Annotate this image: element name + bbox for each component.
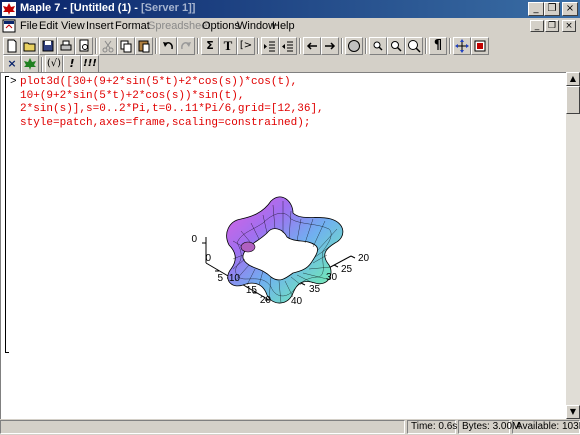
- menu-edit[interactable]: Edit: [39, 20, 58, 32]
- status-time: Time: 0.6s: [407, 420, 457, 434]
- window-title-server: [Server 1]]: [141, 2, 196, 14]
- maple-leaf-icon: [2, 2, 16, 16]
- menu-format[interactable]: Format: [115, 20, 150, 32]
- menu-bar: File Edit View Insert Format Spreadsheet…: [0, 18, 580, 35]
- menu-window[interactable]: Window: [237, 20, 276, 32]
- status-bar: Time: 0.6s Bytes: 3.00M Available: 103M: [0, 419, 580, 435]
- context-toolbar: × (√) ! !!!: [0, 52, 580, 74]
- menu-file[interactable]: File: [20, 20, 38, 32]
- menu-help[interactable]: Help: [272, 20, 295, 32]
- window-title: Maple 7 - [Untitled (1) - [Server 1]]: [20, 2, 195, 14]
- window-title-main: Maple 7 - [Untitled (1) -: [20, 2, 141, 14]
- execute-button[interactable]: !: [63, 55, 81, 73]
- stop-execution-button[interactable]: ×: [3, 55, 21, 73]
- y-tick-label: 20: [358, 253, 370, 264]
- plot3d-output[interactable]: 0 0 5 10 15 20 20 25 30 35 40: [1, 73, 565, 418]
- scroll-up-button[interactable]: ▲: [566, 72, 580, 86]
- status-bytes: Bytes: 3.00M: [458, 420, 520, 434]
- y-tick-label: 40: [291, 296, 303, 307]
- z-tick-label: 0: [191, 234, 197, 245]
- toolbar-separator: [41, 57, 43, 73]
- status-message-panel: [0, 420, 405, 434]
- scroll-thumb[interactable]: [566, 86, 580, 114]
- doc-restore-button[interactable]: ❐: [545, 20, 559, 32]
- x-tick-label: 20: [260, 295, 272, 306]
- maple-leaf-button[interactable]: [21, 55, 39, 73]
- maximize-button[interactable]: ❐: [544, 2, 560, 16]
- y-tick-label: 35: [309, 284, 321, 295]
- worksheet-area[interactable]: > plot3d([30+(9+2*sin(5*t)+2*cos(s))*cos…: [0, 72, 566, 419]
- vertical-scrollbar[interactable]: ▲ ▼: [566, 72, 580, 419]
- close-button[interactable]: ×: [562, 2, 578, 16]
- doc-minimize-button[interactable]: _: [530, 20, 544, 32]
- menu-insert[interactable]: Insert: [86, 20, 114, 32]
- document-icon[interactable]: [2, 19, 16, 33]
- sqrt-button[interactable]: (√): [45, 55, 63, 73]
- menu-options[interactable]: Options: [202, 20, 240, 32]
- x-tick-label: 0: [205, 253, 211, 264]
- status-available: Available: 103M: [512, 420, 580, 434]
- menu-view[interactable]: View: [61, 20, 85, 32]
- scroll-down-button[interactable]: ▼: [566, 405, 580, 419]
- x-tick-label: 10: [229, 273, 241, 284]
- y-tick-label: 30: [326, 272, 338, 283]
- execute-all-button[interactable]: !!!: [81, 55, 99, 73]
- x-tick-label: 5: [217, 273, 223, 284]
- x-tick-label: 15: [246, 285, 258, 296]
- title-bar[interactable]: Maple 7 - [Untitled (1) - [Server 1]] _ …: [0, 0, 580, 18]
- y-tick-label: 25: [341, 264, 353, 275]
- star-torus-surface: [226, 196, 344, 304]
- minimize-button[interactable]: _: [528, 2, 544, 16]
- doc-close-button[interactable]: ×: [562, 20, 576, 32]
